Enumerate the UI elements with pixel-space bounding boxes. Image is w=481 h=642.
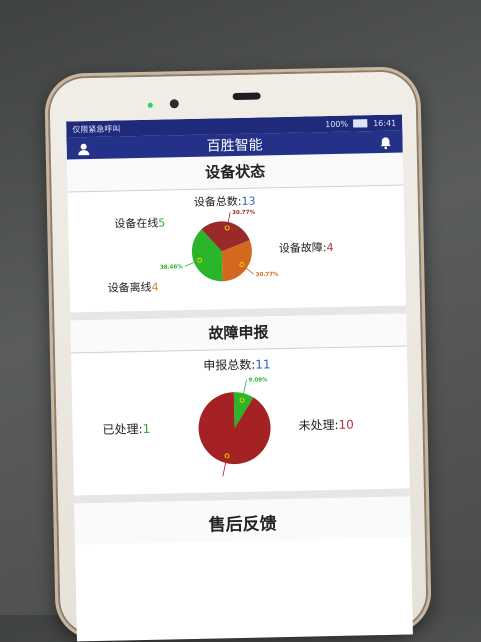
bell-icon[interactable] (378, 135, 392, 150)
device-online-label: 设备在线 (114, 216, 159, 231)
device-offline-label: 设备离线 (107, 280, 152, 295)
report-pending-value: 10 (338, 417, 354, 432)
device-status-pie-chart[interactable]: 38.46% 30.77% 30.77% (156, 208, 288, 297)
report-done-value: 1 (142, 421, 151, 437)
device-status-panel: 设备总数:13 设备在线5 设备故障:4 设备离线4 38.46% 30.77% 3… (68, 185, 406, 312)
status-right: 100% 16:41 (325, 118, 396, 128)
fault-report-panel: 申报总数:11 已处理:1 未处理:10 9.09%90.91% (71, 346, 410, 495)
report-total: 申报总数:11 (203, 355, 271, 373)
device-fault-value: 4 (326, 240, 334, 255)
battery-icon (353, 119, 368, 128)
report-done: 已处理:1 (102, 420, 150, 438)
report-total-value: 11 (255, 357, 271, 372)
after-sales-card[interactable]: 售后反馈 (74, 496, 411, 545)
device-total-label: 设备总数: (193, 194, 242, 209)
device-total: 设备总数:13 (194, 193, 256, 210)
device-pie-label-2: 30.77% (256, 272, 280, 278)
clock: 16:41 (373, 118, 397, 128)
device-status-card[interactable]: 设备状态 设备总数:13 设备在线5 设备故障:4 设备离线4 38.46% 30… (66, 152, 406, 313)
notification-led (147, 102, 153, 108)
device-offline: 设备离线4 (107, 279, 158, 296)
front-camera (169, 99, 179, 109)
report-pie-label-0: 9.09% (248, 377, 268, 383)
fault-report-card[interactable]: 故障申报 申报总数:11 已处理:1 未处理:10 9.09%90.91% (70, 313, 410, 495)
user-icon[interactable] (77, 141, 91, 156)
report-total-label: 申报总数: (203, 357, 256, 373)
app-screen: 仅限紧急呼叫 100% 16:41 百胜智能 设备状态 设备总数:13 设备在线… (66, 114, 413, 642)
phone-frame: 仅限紧急呼叫 100% 16:41 百胜智能 设备状态 设备总数:13 设备在线… (44, 66, 432, 642)
earpiece-speaker (232, 92, 261, 101)
report-pending: 未处理:10 (298, 416, 354, 434)
battery-percent: 100% (325, 119, 349, 129)
carrier-text: 仅限紧急呼叫 (72, 123, 121, 134)
device-pie-label-1: 30.77% (232, 210, 256, 216)
device-total-value: 13 (241, 194, 256, 208)
report-done-label: 已处理: (102, 422, 143, 437)
device-pie-label-0: 38.46% (160, 264, 184, 270)
fault-report-pie-chart[interactable]: 9.09%90.91% (175, 375, 307, 478)
after-sales-heading: 售后反馈 (74, 496, 411, 545)
